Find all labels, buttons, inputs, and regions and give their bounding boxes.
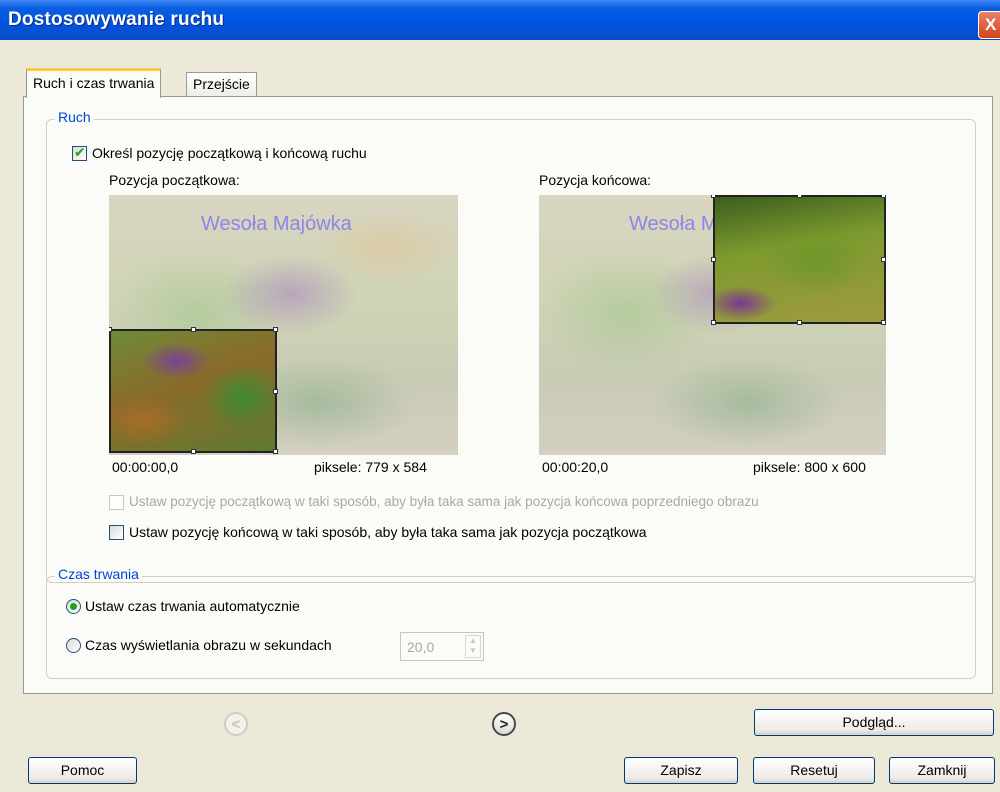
start-time: 00:00:00,0 [112,459,179,475]
help-button[interactable]: Pomoc [28,757,137,784]
stepper-arrows-icon[interactable]: ▲ ▼ [465,635,481,658]
crop-handle[interactable] [881,320,886,325]
start-position-preview[interactable]: Wesoła Majówka [109,195,458,455]
tab-transition[interactable]: Przejście [186,72,257,98]
define-motion-label: Określ pozycję początkową i końcową ruch… [92,145,367,161]
crop-handle[interactable] [191,449,196,454]
preview-button[interactable]: Podgląd... [754,709,994,736]
close-button[interactable]: Zamknij [889,757,995,784]
define-motion-checkbox[interactable] [72,144,87,161]
crop-handle[interactable] [273,389,278,394]
reset-button[interactable]: Resetuj [753,757,875,784]
tab-motion-duration[interactable]: Ruch i czas trwania [26,68,162,98]
start-pixel-size: piksele: 779 x 584 [314,459,427,475]
save-button[interactable]: Zapisz [624,757,738,784]
start-position-label: Pozycja początkowa: [109,172,240,188]
tab-panel: Ruch Określ pozycję początkową i końcową… [23,96,993,694]
close-window-button[interactable]: X [978,11,1000,39]
end-position-preview[interactable]: Wesoła Majówka [539,195,886,455]
duration-group [46,576,976,679]
same-as-previous-checkbox[interactable] [109,495,124,510]
duration-group-legend: Czas trwania [55,566,142,582]
auto-duration-label: Ustaw czas trwania automatycznie [85,598,300,614]
same-as-start-label: Ustaw pozycję końcową w taki sposób, aby… [129,524,647,540]
seconds-duration-label: Czas wyświetlania obrazu w sekundach [85,637,332,653]
crop-handle[interactable] [711,195,716,198]
end-position-label: Pozycja końcowa: [539,172,652,188]
same-as-previous-label: Ustaw pozycję początkową w taki sposób, … [129,494,759,509]
end-pixel-size: piksele: 800 x 600 [753,459,866,475]
next-arrow-icon[interactable]: > [492,712,516,736]
start-crop-image [111,331,275,451]
same-as-start-checkbox[interactable] [109,525,124,540]
seconds-stepper[interactable]: 20,0 ▲ ▼ [400,632,484,661]
crop-handle[interactable] [109,327,112,332]
motion-group-legend: Ruch [55,109,94,125]
start-photo-watermark: Wesoła Majówka [201,213,352,235]
crop-handle[interactable] [797,320,802,325]
crop-handle[interactable] [711,257,716,262]
crop-handle[interactable] [273,449,278,454]
end-crop-rectangle[interactable] [713,195,886,324]
crop-handle[interactable] [273,327,278,332]
window-title: Dostosowywanie ruchu [8,9,225,30]
crop-handle[interactable] [881,257,886,262]
auto-duration-radio[interactable] [66,599,81,614]
seconds-value: 20,0 [407,639,435,655]
title-bar: Dostosowywanie ruchu X [0,0,1000,40]
crop-handle[interactable] [797,195,802,198]
previous-arrow-icon[interactable]: < [224,712,248,736]
start-crop-rectangle[interactable] [109,329,277,453]
seconds-duration-radio[interactable] [66,638,81,653]
crop-handle[interactable] [881,195,886,198]
crop-handle[interactable] [191,327,196,332]
end-crop-image [715,197,884,322]
end-time: 00:00:20,0 [542,459,609,475]
crop-handle[interactable] [711,320,716,325]
